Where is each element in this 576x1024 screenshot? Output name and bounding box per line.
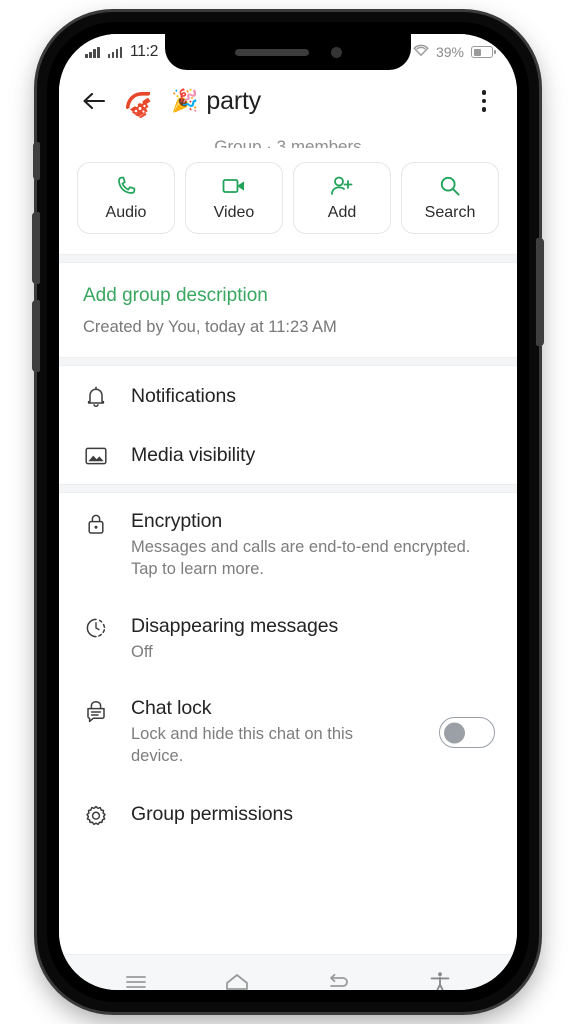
chat-lock-title: Chat lock [131, 697, 212, 720]
group-avatar-pizza[interactable] [119, 81, 159, 121]
page-title[interactable]: 🎉 party [171, 87, 459, 116]
recents-menu-icon[interactable] [114, 962, 158, 991]
android-nav-bar [59, 954, 517, 990]
settings-list-group-1: Notifications Media visibility [59, 366, 517, 484]
section-divider-2 [59, 357, 517, 366]
home-icon[interactable] [215, 962, 259, 991]
back-arrow-icon[interactable] [81, 88, 107, 114]
settings-row-chat-lock[interactable]: Chat lock Lock and hide this chat on thi… [59, 680, 517, 785]
phone-icon [115, 175, 137, 197]
section-divider-3 [59, 484, 517, 493]
group-created-label: Created by You, today at 11:23 AM [83, 318, 337, 336]
accessibility-icon[interactable] [418, 962, 462, 990]
volume-down-button[interactable] [32, 300, 40, 372]
video-call-label: Video [213, 203, 255, 221]
video-camera-icon [222, 175, 246, 197]
section-divider [59, 254, 517, 263]
power-button[interactable] [536, 238, 544, 346]
chat-lock-subtitle: Lock and hide this chat on this device. [131, 725, 353, 766]
group-permissions-title: Group permissions [131, 803, 293, 826]
phone-screen: 11:2 39% 🎉 party Group · 3 members Audio… [59, 34, 517, 990]
add-member-button[interactable]: Add [293, 162, 391, 234]
bell-icon [83, 383, 109, 409]
back-icon[interactable] [317, 962, 361, 991]
earpiece-speaker [234, 48, 309, 56]
lock-icon [83, 510, 109, 536]
add-person-icon [330, 175, 354, 197]
add-group-description-link[interactable]: Add group description [83, 285, 493, 307]
volume-up-button[interactable] [32, 212, 40, 284]
settings-row-notifications[interactable]: Notifications [59, 366, 517, 426]
audio-call-button[interactable]: Audio [77, 162, 175, 234]
group-subtitle-label: Group · 3 members [214, 137, 362, 148]
group-description-section: Add group description Created by You, to… [59, 263, 517, 357]
battery-percent-label: 39% [435, 44, 464, 60]
signal-bars-icon [85, 46, 100, 58]
notifications-title: Notifications [131, 384, 236, 407]
gear-icon [83, 802, 109, 828]
search-icon [439, 175, 461, 197]
group-name-label: party [206, 86, 261, 115]
timer-dashed-icon [83, 615, 109, 639]
search-label: Search [424, 203, 476, 221]
screenshot-root: 11:2 39% 🎉 party Group · 3 members Audio… [0, 0, 576, 1024]
disappearing-messages-title: Disappearing messages [131, 614, 339, 637]
settings-row-media-visibility[interactable]: Media visibility [59, 426, 517, 484]
chat-lock-toggle[interactable] [439, 717, 495, 749]
phone-notch [165, 34, 411, 70]
media-visibility-title: Media visibility [131, 443, 256, 466]
status-bar: 11:2 39% [59, 34, 517, 70]
encryption-title: Encryption [131, 510, 223, 532]
settings-list-group-2: Encryption Messages and calls are end-to… [59, 493, 517, 845]
settings-row-disappearing-messages[interactable]: Disappearing messages Off [59, 597, 517, 681]
party-popper-emoji: 🎉 [171, 88, 199, 113]
settings-row-encryption[interactable]: Encryption Messages and calls are end-to… [59, 493, 517, 598]
battery-icon [471, 46, 496, 58]
front-camera [330, 46, 342, 58]
disappearing-messages-subtitle: Off [131, 642, 153, 661]
silence-switch-button[interactable] [33, 142, 40, 180]
signal-bars-icon-2 [107, 46, 122, 58]
action-button-row: Audio Video Add Search [59, 148, 517, 254]
wifi-icon [413, 44, 429, 60]
search-button[interactable]: Search [401, 162, 499, 234]
image-icon [83, 443, 109, 467]
group-subtitle: Group · 3 members [59, 132, 517, 148]
audio-call-label: Audio [105, 203, 147, 221]
settings-row-group-permissions[interactable]: Group permissions [59, 784, 517, 845]
chat-lock-icon [83, 697, 109, 723]
scroll-content[interactable]: Group · 3 members Audio Video Add Search… [59, 132, 517, 954]
app-bar: 🎉 party [59, 70, 517, 132]
add-member-label: Add [327, 203, 357, 221]
overflow-menu-icon[interactable] [471, 86, 497, 116]
status-bar-time: 11:2 [130, 43, 159, 60]
video-call-button[interactable]: Video [185, 162, 283, 234]
encryption-subtitle: Messages and calls are end-to-end encryp… [131, 538, 471, 578]
